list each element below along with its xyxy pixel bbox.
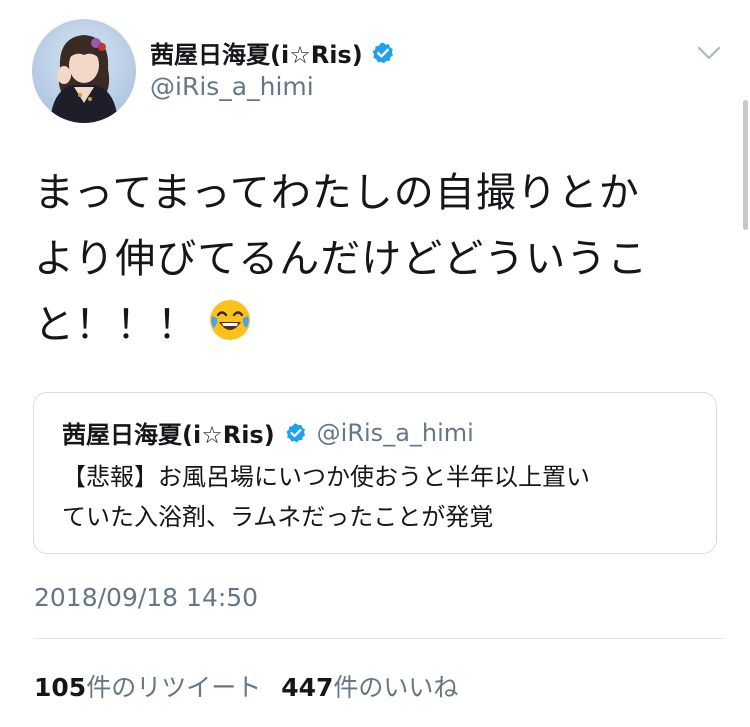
retweets-stat[interactable]: 105件のリツイート bbox=[34, 673, 261, 702]
scrollbar[interactable] bbox=[743, 100, 748, 230]
quoted-tweet-card[interactable]: 茜屋日海夏(i☆Ris) @iRis_a_himi 【悲報】お風呂場にいつか使お… bbox=[33, 392, 717, 554]
verified-badge-icon bbox=[371, 41, 395, 65]
retweets-count: 105 bbox=[34, 673, 87, 702]
likes-label: 件のいいね bbox=[333, 673, 459, 702]
chevron-down-icon[interactable] bbox=[696, 44, 722, 62]
divider bbox=[34, 638, 725, 639]
avatar[interactable] bbox=[32, 19, 136, 123]
verified-badge-icon bbox=[285, 422, 307, 444]
display-name-text: 茜屋日海夏(i☆Ris) bbox=[150, 41, 363, 69]
user-handle[interactable]: @iRis_a_himi bbox=[150, 72, 314, 101]
tweet-line: より伸びてるんだけどどういうこ bbox=[34, 236, 649, 282]
tweet-stats: 105件のリツイート 447件のいいね bbox=[34, 668, 458, 704]
face-with-tears-of-joy-icon bbox=[208, 296, 252, 340]
quoted-handle: @iRis_a_himi bbox=[316, 418, 474, 447]
quoted-display-name: 茜屋日海夏(i☆Ris) bbox=[62, 421, 275, 449]
quoted-line: 【悲報】お風呂場にいつか使おうと半年以上置い bbox=[62, 463, 590, 491]
likes-stat[interactable]: 447件のいいね bbox=[281, 673, 458, 702]
tweet-text: まってまってわたしの自撮りとか より伸びてるんだけどどういうこ と！！！ bbox=[34, 160, 704, 358]
tweet-timestamp[interactable]: 2018/09/18 14:50 bbox=[34, 583, 258, 612]
tweet-line-last: と！！！ bbox=[34, 292, 704, 358]
quoted-tweet-text: 【悲報】お風呂場にいつか使おうと半年以上置い ていた入浴剤、ラムネだったことが発… bbox=[62, 457, 702, 537]
retweets-label: 件のリツイート bbox=[86, 673, 262, 702]
tweet-line: まってまってわたしの自撮りとか bbox=[34, 170, 640, 216]
quoted-line: ていた入浴剤、ラムネだったことが発覚 bbox=[62, 503, 494, 531]
display-name[interactable]: 茜屋日海夏(i☆Ris) bbox=[150, 35, 395, 70]
quoted-tweet-header: 茜屋日海夏(i☆Ris) @iRis_a_himi bbox=[62, 415, 474, 450]
likes-count: 447 bbox=[281, 673, 334, 702]
